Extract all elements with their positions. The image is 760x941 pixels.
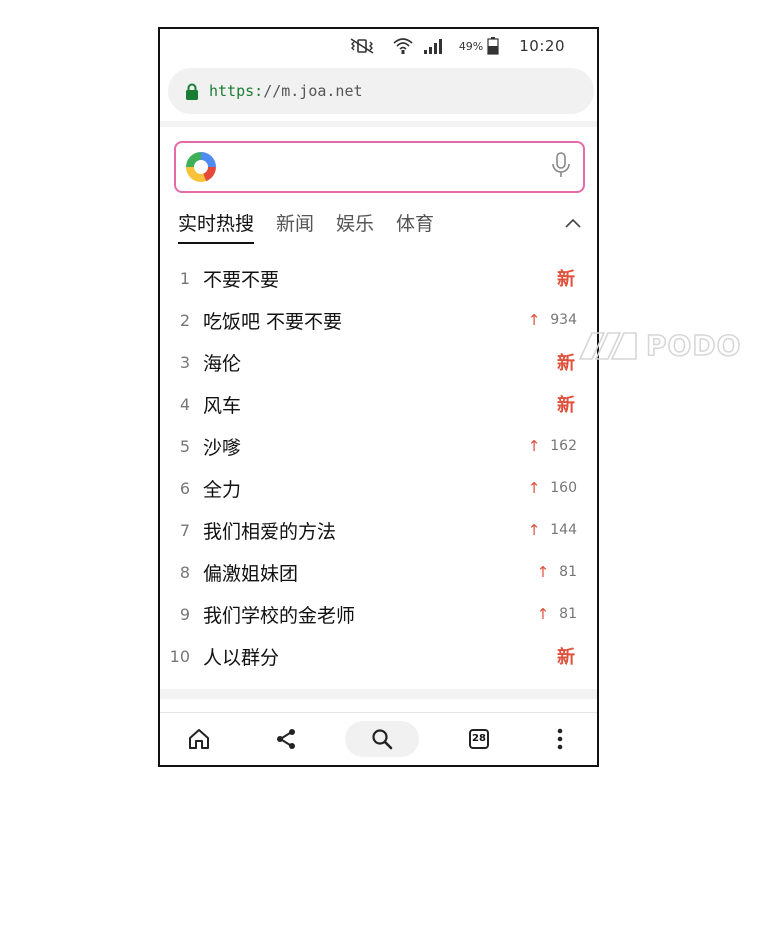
trend-indicator: ↑ 81 bbox=[537, 605, 577, 623]
list-item[interactable]: 7 我们相爱的方法 ↑ 144 bbox=[160, 509, 597, 551]
battery-percent: 49% bbox=[458, 39, 484, 53]
tab-news[interactable]: 新闻 bbox=[276, 209, 314, 242]
new-badge: 新 bbox=[557, 395, 575, 416]
trend-count: 144 bbox=[550, 522, 577, 538]
rank-number: 3 bbox=[179, 352, 190, 372]
watermark: PODO bbox=[578, 328, 742, 363]
phone-screen: 49% 10:20 https://m.joa.net 实时热搜 新闻 娱乐 体… bbox=[158, 27, 599, 767]
new-badge: 新 bbox=[557, 269, 575, 290]
search-icon bbox=[372, 729, 393, 750]
rank-number: 9 bbox=[179, 604, 190, 624]
tab-sports[interactable]: 体育 bbox=[396, 209, 434, 242]
arrow-up-icon: ↑ bbox=[527, 437, 541, 455]
trend-indicator: ↑ 934 bbox=[528, 311, 577, 329]
trend-indicator: ↑ 144 bbox=[528, 521, 577, 539]
arrow-up-icon: ↑ bbox=[527, 479, 541, 497]
status-bar: 49% 10:20 bbox=[160, 29, 597, 63]
trending-keyword: 偏激姐妹团 bbox=[203, 562, 299, 585]
list-item[interactable]: 8 偏激姐妹团 ↑ 81 bbox=[160, 551, 597, 593]
trend-indicator: ↑ 162 bbox=[528, 437, 577, 455]
rank-number: 1 bbox=[179, 268, 190, 288]
trending-keyword: 海伦 bbox=[203, 352, 242, 375]
url-host: //m.joa.net bbox=[263, 82, 363, 100]
trending-list: 1 不要不要 新 2 吃饭吧 不要不要 ↑ 934 3 海伦 新 4 风车 新 5… bbox=[160, 257, 597, 677]
arrow-up-icon: ↑ bbox=[536, 605, 550, 623]
rank-number: 8 bbox=[179, 562, 190, 582]
trend-indicator: ↑ 160 bbox=[528, 479, 577, 497]
rank-number: 10 bbox=[169, 646, 190, 666]
trending-keyword: 全力 bbox=[203, 478, 242, 501]
trending-keyword: 不要不要 bbox=[203, 268, 280, 291]
tab-count: 28 bbox=[472, 733, 486, 744]
signal-icon bbox=[423, 38, 443, 54]
share-icon[interactable] bbox=[271, 721, 301, 757]
arrow-up-icon: ↑ bbox=[536, 563, 550, 581]
new-badge: 新 bbox=[557, 353, 575, 374]
trending-keyword: 我们学校的金老师 bbox=[203, 604, 356, 627]
list-item[interactable]: 2 吃饭吧 不要不要 ↑ 934 bbox=[160, 299, 597, 341]
arrow-up-icon: ↑ bbox=[527, 311, 541, 329]
battery-icon bbox=[487, 37, 499, 55]
category-tabs: 实时热搜 新闻 娱乐 体育 bbox=[178, 209, 583, 244]
url-scheme: https: bbox=[209, 82, 264, 100]
watermark-logo-icon bbox=[578, 331, 637, 360]
section-divider bbox=[160, 121, 597, 127]
arrow-up-icon: ↑ bbox=[527, 521, 541, 539]
tabs-button[interactable]: 28 bbox=[464, 721, 494, 757]
trend-count: 81 bbox=[559, 564, 577, 580]
trending-keyword: 我们相爱的方法 bbox=[203, 520, 337, 543]
rank-number: 6 bbox=[179, 478, 190, 498]
trending-keyword: 吃饭吧 不要不要 bbox=[203, 310, 343, 333]
bottom-toolbar: 28 bbox=[160, 712, 597, 765]
trend-count: 81 bbox=[559, 606, 577, 622]
rank-number: 7 bbox=[179, 520, 190, 540]
list-item[interactable]: 5 沙嗲 ↑ 162 bbox=[160, 425, 597, 467]
list-item[interactable]: 10 人以群分 新 bbox=[160, 635, 597, 677]
address-bar[interactable]: https://m.joa.net bbox=[168, 68, 594, 114]
rank-number: 2 bbox=[179, 310, 190, 330]
trend-indicator: ↑ 81 bbox=[537, 563, 577, 581]
list-item[interactable]: 3 海伦 新 bbox=[160, 341, 597, 383]
list-item[interactable]: 9 我们学校的金老师 ↑ 81 bbox=[160, 593, 597, 635]
list-item[interactable]: 1 不要不要 新 bbox=[160, 257, 597, 299]
tabs-icon: 28 bbox=[469, 729, 489, 749]
new-badge: 新 bbox=[557, 647, 575, 668]
trending-keyword: 人以群分 bbox=[203, 646, 280, 669]
tab-entertainment[interactable]: 娱乐 bbox=[336, 209, 374, 242]
home-icon[interactable] bbox=[184, 721, 214, 757]
clock: 10:20 bbox=[519, 37, 565, 55]
trending-keyword: 沙嗲 bbox=[203, 436, 242, 459]
vibrate-mute-icon bbox=[349, 38, 375, 54]
search-input[interactable] bbox=[226, 156, 551, 178]
search-logo-icon bbox=[186, 152, 216, 182]
more-options-icon[interactable] bbox=[548, 721, 572, 757]
chevron-up-icon[interactable] bbox=[565, 213, 581, 232]
rank-number: 4 bbox=[179, 394, 190, 414]
watermark-text: PODO bbox=[645, 328, 742, 363]
tab-realtime[interactable]: 实时热搜 bbox=[178, 209, 255, 244]
lock-icon bbox=[185, 83, 199, 100]
trend-count: 934 bbox=[550, 312, 577, 328]
trend-count: 162 bbox=[550, 438, 577, 454]
list-item[interactable]: 6 全力 ↑ 160 bbox=[160, 467, 597, 509]
trend-count: 160 bbox=[550, 480, 577, 496]
search-box[interactable] bbox=[174, 141, 585, 193]
microphone-icon[interactable] bbox=[551, 151, 571, 183]
list-item[interactable]: 4 风车 新 bbox=[160, 383, 597, 425]
rank-number: 5 bbox=[179, 436, 190, 456]
search-button[interactable] bbox=[345, 721, 419, 757]
wifi-icon bbox=[393, 37, 413, 55]
section-divider-bottom bbox=[160, 689, 597, 699]
trending-keyword: 风车 bbox=[203, 394, 242, 417]
